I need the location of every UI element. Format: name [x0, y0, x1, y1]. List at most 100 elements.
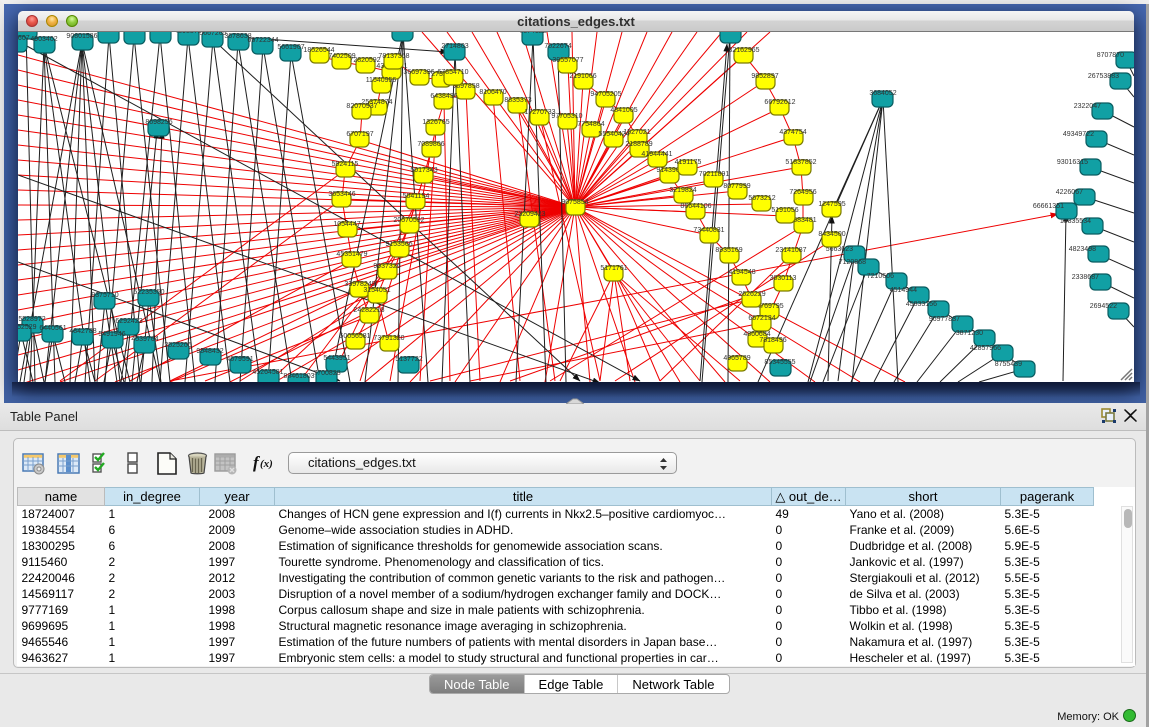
svg-text:5661907: 5661907 — [277, 44, 304, 51]
svg-text:1326765: 1326765 — [422, 119, 449, 126]
svg-text:4698379: 4698379 — [174, 32, 201, 35]
svg-text:4226067: 4226067 — [1056, 189, 1083, 196]
svg-text:8434500: 8434500 — [818, 231, 845, 238]
svg-text:52235350: 52235350 — [133, 289, 164, 296]
svg-text:96977837: 96977837 — [929, 316, 960, 323]
svg-text:78137358: 78137358 — [378, 53, 409, 60]
svg-text:2839607: 2839607 — [18, 35, 30, 42]
svg-text:9075854: 9075854 — [561, 199, 588, 206]
svg-text:84752529: 84752529 — [18, 324, 37, 331]
svg-text:8707870: 8707870 — [1097, 52, 1124, 59]
svg-text:5673212: 5673212 — [748, 195, 775, 202]
svg-text:6292423: 6292423 — [115, 318, 142, 325]
svg-text:1054447: 1054447 — [333, 221, 360, 228]
svg-text:9852897: 9852897 — [751, 73, 778, 80]
svg-text:5017343: 5017343 — [410, 167, 437, 174]
svg-text:4539704: 4539704 — [131, 336, 158, 343]
svg-text:6440561: 6440561 — [39, 325, 66, 332]
svg-text:67854710: 67854710 — [437, 69, 468, 76]
svg-text:24282218: 24282218 — [353, 307, 384, 314]
svg-text:8935169: 8935169 — [715, 247, 742, 254]
svg-text:7120868: 7120868 — [839, 259, 866, 266]
svg-text:20570592: 20570592 — [393, 217, 424, 224]
svg-text:6438436: 6438436 — [430, 93, 457, 100]
svg-text:73440831: 73440831 — [693, 227, 724, 234]
svg-text:3871230: 3871230 — [956, 330, 983, 337]
svg-text:45833156: 45833156 — [906, 301, 937, 308]
svg-text:8077999: 8077999 — [723, 183, 750, 190]
svg-text:8835373: 8835373 — [504, 97, 531, 104]
svg-text:2525206: 2525206 — [164, 342, 191, 349]
svg-text:49349722: 49349722 — [1063, 131, 1094, 138]
svg-text:42857966: 42857966 — [970, 345, 1001, 352]
svg-text:66722344: 66722344 — [247, 37, 278, 44]
svg-text:2626229: 2626229 — [738, 291, 765, 298]
svg-text:7700828: 7700828 — [313, 370, 340, 377]
svg-text:5443951: 5443951 — [323, 355, 350, 362]
svg-text:5041154: 5041154 — [403, 193, 430, 200]
svg-text:66792612: 66792612 — [764, 99, 795, 106]
svg-text:7264956: 7264956 — [789, 189, 816, 196]
svg-text:5491946: 5491946 — [98, 331, 125, 338]
svg-text:4191175: 4191175 — [675, 159, 702, 166]
svg-text:4823498: 4823498 — [1069, 246, 1096, 253]
svg-text:55540424: 55540424 — [598, 131, 629, 138]
svg-text:2714803: 2714803 — [441, 43, 468, 50]
svg-text:86644106: 86644106 — [680, 203, 711, 210]
svg-text:5171761: 5171761 — [600, 265, 627, 272]
svg-text:9937326: 9937326 — [373, 263, 400, 270]
svg-text:50056581: 50056581 — [339, 333, 370, 340]
svg-text:3219824: 3219824 — [669, 187, 696, 194]
svg-text:4374754: 4374754 — [779, 129, 806, 136]
svg-text:45264581: 45264581 — [252, 369, 283, 376]
svg-text:7818496: 7818496 — [759, 337, 786, 344]
svg-text:8698256: 8698256 — [145, 119, 172, 126]
svg-text:94705205: 94705205 — [590, 91, 621, 98]
svg-text:5137722: 5137722 — [395, 356, 422, 363]
svg-text:3030113: 3030113 — [770, 275, 797, 282]
svg-text:7374122: 7374122 — [519, 32, 546, 35]
svg-text:66661351: 66661351 — [1033, 203, 1064, 210]
svg-text:5924115: 5924115 — [332, 161, 359, 168]
svg-text:5528972: 5528972 — [18, 316, 45, 323]
svg-text:83140807: 83140807 — [144, 32, 175, 33]
svg-text:5667265: 5667265 — [199, 32, 226, 37]
svg-text:11540956: 11540956 — [366, 77, 397, 84]
svg-text:85345555: 85345555 — [764, 359, 795, 366]
svg-text:4679591: 4679591 — [226, 356, 253, 363]
svg-text:6707197: 6707197 — [346, 131, 373, 138]
svg-text:6672134: 6672134 — [748, 315, 775, 322]
svg-text:7089806: 7089806 — [417, 141, 444, 148]
svg-text:9153566: 9153566 — [385, 241, 412, 248]
svg-text:82070937: 82070937 — [346, 103, 377, 110]
svg-text:32162965: 32162965 — [728, 47, 759, 54]
svg-text:9375710: 9375710 — [91, 292, 118, 299]
svg-text:73791320: 73791320 — [373, 335, 404, 342]
svg-text:4514944: 4514944 — [890, 287, 917, 294]
svg-text:51837852: 51837852 — [785, 159, 816, 166]
svg-text:90801586: 90801586 — [66, 33, 97, 40]
svg-text:5191056: 5191056 — [771, 207, 798, 214]
svg-text:3653446: 3653446 — [328, 191, 355, 198]
svg-text:45351479: 45351479 — [336, 251, 367, 258]
svg-text:(x): (x) — [260, 458, 273, 470]
svg-text:39557077: 39557077 — [552, 57, 583, 64]
svg-text:7210606: 7210606 — [867, 273, 894, 280]
svg-text:41944441: 41944441 — [641, 151, 672, 158]
svg-text:2694522: 2694522 — [1090, 303, 1117, 310]
svg-text:70211891: 70211891 — [699, 171, 730, 178]
svg-text:26753883: 26753883 — [1088, 73, 1119, 80]
svg-text:2322047: 2322047 — [1074, 103, 1101, 110]
svg-text:2188789: 2188789 — [625, 141, 652, 148]
svg-text:2338687: 2338687 — [1072, 274, 1099, 281]
svg-text:3154051: 3154051 — [363, 287, 390, 294]
svg-text:23141087: 23141087 — [775, 247, 806, 254]
svg-text:4194548: 4194548 — [728, 269, 755, 276]
svg-text:4841005: 4841005 — [610, 107, 637, 114]
svg-text:23209423: 23209423 — [514, 211, 545, 218]
svg-text:7754864: 7754864 — [577, 121, 604, 128]
svg-text:4965789: 4965789 — [723, 355, 750, 362]
svg-text:2191066: 2191066 — [569, 73, 596, 80]
svg-text:9548432: 9548432 — [196, 348, 223, 355]
svg-text:7022674: 7022674 — [544, 43, 571, 50]
